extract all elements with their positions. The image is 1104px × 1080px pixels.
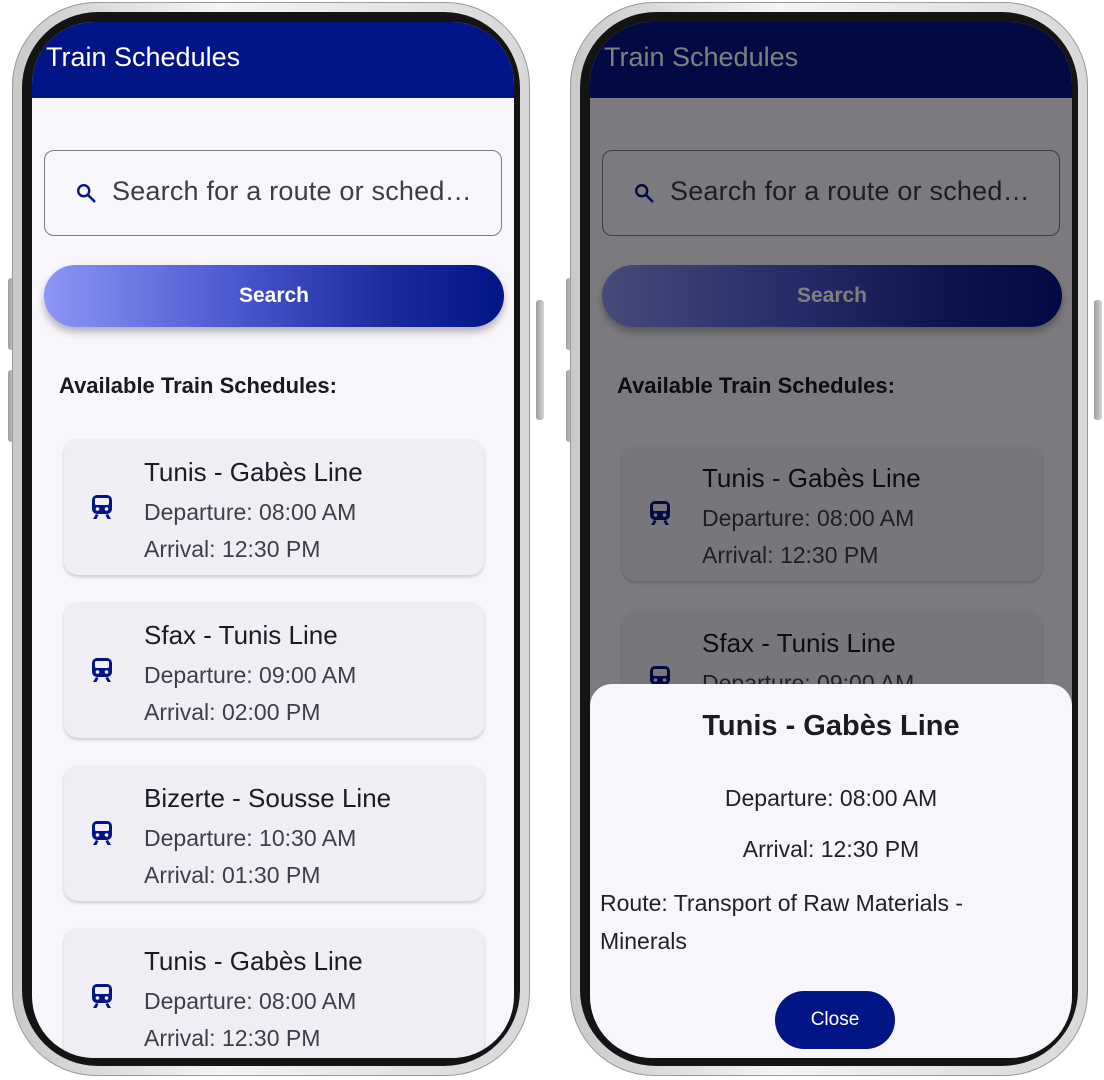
train-icon [92,821,112,845]
phone-detail-view: Train Schedules Search for a route or sc… [566,0,1102,1080]
schedule-card[interactable]: Sfax - Tunis Line Departure: 09:00 AM Ar… [64,602,484,738]
sheet-arrival: Arrival: 12:30 PM [742,836,920,862]
card-arrival: Arrival: 02:00 PM [144,699,321,725]
schedule-card[interactable]: Tunis - Gabès Line Departure: 08:00 AM A… [64,439,484,575]
phone-list-view: Train Schedules Search for a route or sc… [8,0,544,1080]
search-placeholder: Search for a route or sched… [112,176,472,206]
power-button [1094,300,1102,420]
train-icon [92,984,112,1008]
card-arrival: Arrival: 12:30 PM [144,536,321,562]
schedule-card[interactable]: Bizerte - Sousse Line Departure: 10:30 A… [64,765,484,901]
card-departure: Departure: 10:30 AM [144,825,357,851]
card-route: Tunis - Gabès Line [144,946,363,976]
search-input[interactable]: Search for a route or sched… [44,150,502,236]
card-arrival: Arrival: 01:30 PM [144,862,321,888]
app-title: Train Schedules [46,42,241,72]
search-icon [77,184,96,203]
sheet-route: Route: Transport of Raw Materials - Mine… [600,890,964,954]
section-title: Available Train Schedules: [59,373,337,398]
card-route: Tunis - Gabès Line [144,457,363,487]
app-bar: Train Schedules [32,22,514,98]
card-departure: Departure: 09:00 AM [144,662,357,688]
power-button [536,300,544,420]
schedule-card[interactable]: Tunis - Gabès Line Departure: 08:00 AM A… [64,928,484,1058]
train-icon [92,658,112,682]
screen: Train Schedules Search for a route or sc… [590,22,1072,1058]
card-route: Sfax - Tunis Line [144,620,338,650]
close-button[interactable]: Close [775,991,895,1049]
schedule-detail-sheet: Tunis - Gabès Line Departure: 08:00 AM A… [590,684,1072,1058]
sheet-title: Tunis - Gabès Line [702,710,960,742]
sheet-departure: Departure: 08:00 AM [724,785,938,811]
train-icon [92,495,112,519]
card-departure: Departure: 08:00 AM [144,499,357,525]
screen: Train Schedules Search for a route or sc… [32,22,514,1058]
card-departure: Departure: 08:00 AM [144,988,357,1014]
search-button[interactable]: Search [44,265,504,327]
card-route: Bizerte - Sousse Line [144,783,392,813]
card-arrival: Arrival: 12:30 PM [144,1025,321,1051]
